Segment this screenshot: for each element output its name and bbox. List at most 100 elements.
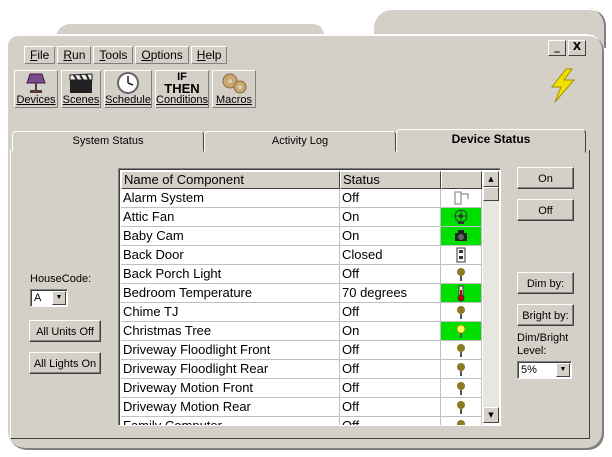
component-status-cell[interactable]: Off xyxy=(340,341,441,360)
clapperboard-icon xyxy=(69,73,93,93)
menu-options-mnemonic: O xyxy=(141,48,151,62)
menu-options[interactable]: Options xyxy=(135,46,189,64)
component-status-cell[interactable]: On xyxy=(340,322,441,341)
bulb-icon xyxy=(457,363,465,376)
component-icon-cell[interactable] xyxy=(441,246,482,265)
conditions-button[interactable]: IF THEN Conditions xyxy=(155,70,209,108)
component-icon-cell[interactable] xyxy=(441,398,482,417)
component-status-cell[interactable]: Off xyxy=(340,379,441,398)
table-row[interactable]: Attic Fan On xyxy=(121,208,482,227)
all-lights-on-button[interactable]: All Lights On xyxy=(29,352,101,374)
tab-strip: System Status Activity Log Device Status xyxy=(12,129,586,153)
component-icon-cell[interactable] xyxy=(441,341,482,360)
component-icon-cell[interactable] xyxy=(441,284,482,303)
component-name-cell[interactable]: Christmas Tree xyxy=(121,322,340,341)
component-icon-cell[interactable] xyxy=(441,379,482,398)
component-name-cell[interactable]: Chime TJ xyxy=(121,303,340,322)
minimize-button[interactable]: _ xyxy=(548,40,566,56)
component-status-cell[interactable]: Off xyxy=(340,265,441,284)
menu-tools-label: ools xyxy=(105,48,128,62)
scroll-up-arrow-icon[interactable]: ▲ xyxy=(483,171,499,187)
housecode-select[interactable]: A ▼ xyxy=(30,289,68,307)
table-row[interactable]: Driveway Motion Rear Off xyxy=(121,398,482,417)
component-status-cell[interactable]: Off xyxy=(340,360,441,379)
component-name-cell[interactable]: Back Porch Light xyxy=(121,265,340,284)
bulb-icon xyxy=(457,268,465,281)
table-row[interactable]: Baby Cam On xyxy=(121,227,482,246)
level-select[interactable]: 5% ▼ xyxy=(517,361,572,379)
grid-rows: Alarm System Off Attic Fan On Baby Cam On Back… xyxy=(121,189,482,425)
component-icon-cell[interactable] xyxy=(441,360,482,379)
component-name-cell[interactable]: Driveway Floodlight Rear xyxy=(121,360,340,379)
component-status-cell[interactable]: Off xyxy=(340,189,441,208)
component-name-cell[interactable]: Baby Cam xyxy=(121,227,340,246)
component-status-cell[interactable]: On xyxy=(340,227,441,246)
table-row[interactable]: Family Computer Off xyxy=(121,417,482,425)
off-button[interactable]: Off xyxy=(517,199,574,221)
camera-icon xyxy=(455,230,467,241)
macros-button[interactable]: Macros xyxy=(212,70,256,108)
table-row[interactable]: Bedroom Temperature 70 degrees xyxy=(121,284,482,303)
menu-help[interactable]: Help xyxy=(190,46,228,64)
table-row[interactable]: Driveway Floodlight Front Off xyxy=(121,341,482,360)
component-status-cell[interactable]: Off xyxy=(340,417,441,425)
tab-activity-log[interactable]: Activity Log xyxy=(204,131,396,152)
component-icon-cell[interactable] xyxy=(441,227,482,246)
component-icon-cell[interactable] xyxy=(441,189,482,208)
component-name-cell[interactable]: Alarm System xyxy=(121,189,340,208)
housecode-dropdown-arrow-icon[interactable]: ▼ xyxy=(52,291,66,305)
scenes-button[interactable]: Scenes xyxy=(61,70,101,108)
column-header-status[interactable]: Status xyxy=(340,171,441,189)
scroll-down-arrow-icon[interactable]: ▼ xyxy=(483,407,499,423)
component-status-cell[interactable]: Off xyxy=(340,398,441,417)
devices-button[interactable]: Devices xyxy=(14,70,58,108)
table-row[interactable]: Christmas Tree On xyxy=(121,322,482,341)
door-sensor-icon xyxy=(456,247,466,263)
table-row[interactable]: Alarm System Off xyxy=(121,189,482,208)
menu-run[interactable]: Run xyxy=(57,46,92,64)
component-name-cell[interactable]: Driveway Motion Front xyxy=(121,379,340,398)
bulb-icon xyxy=(457,401,465,414)
table-row[interactable]: Back Door Closed xyxy=(121,246,482,265)
component-status-cell[interactable]: Off xyxy=(340,303,441,322)
close-button[interactable]: X xyxy=(568,40,586,56)
component-name-cell[interactable]: Driveway Motion Rear xyxy=(121,398,340,417)
component-status-cell[interactable]: On xyxy=(340,208,441,227)
table-row[interactable]: Back Porch Light Off xyxy=(121,265,482,284)
component-icon-cell[interactable] xyxy=(441,303,482,322)
component-name-cell[interactable]: Driveway Floodlight Front xyxy=(121,341,340,360)
component-name-cell[interactable]: Family Computer xyxy=(121,417,340,425)
column-header-icon[interactable] xyxy=(441,171,482,189)
on-button[interactable]: On xyxy=(517,167,574,189)
component-status-cell[interactable]: Closed xyxy=(340,246,441,265)
column-header-name[interactable]: Name of Component xyxy=(121,171,340,189)
component-icon-cell[interactable] xyxy=(441,208,482,227)
component-icon-cell[interactable] xyxy=(441,322,482,341)
component-icon-cell[interactable] xyxy=(441,265,482,284)
menu-run-label: un xyxy=(72,48,86,62)
menu-file[interactable]: File xyxy=(24,46,56,64)
table-row[interactable]: Driveway Motion Front Off xyxy=(121,379,482,398)
schedule-button[interactable]: Schedule xyxy=(104,70,152,108)
level-label: Level: xyxy=(517,345,547,357)
grid-vertical-scrollbar[interactable]: ▲ ▼ xyxy=(483,171,499,423)
bright-by-button[interactable]: Bright by: xyxy=(517,304,574,326)
tab-device-status[interactable]: Device Status xyxy=(396,129,586,153)
menu-tools[interactable]: Tools xyxy=(93,46,134,64)
bulb-icon xyxy=(457,306,465,319)
table-row[interactable]: Chime TJ Off xyxy=(121,303,482,322)
component-name-cell[interactable]: Bedroom Temperature xyxy=(121,284,340,303)
component-status-cell[interactable]: 70 degrees xyxy=(340,284,441,303)
level-dropdown-arrow-icon[interactable]: ▼ xyxy=(556,363,570,377)
all-units-off-button[interactable]: All Units Off xyxy=(29,320,101,342)
fan-icon xyxy=(454,209,468,224)
tab-system-status[interactable]: System Status xyxy=(12,131,204,152)
lightning-bolt-icon xyxy=(550,68,576,103)
scroll-thumb[interactable] xyxy=(483,187,499,201)
housecode-value: A xyxy=(34,292,42,304)
dim-by-button[interactable]: Dim by: xyxy=(517,272,574,294)
component-icon-cell[interactable] xyxy=(441,417,482,425)
table-row[interactable]: Driveway Floodlight Rear Off xyxy=(121,360,482,379)
component-name-cell[interactable]: Attic Fan xyxy=(121,208,340,227)
component-name-cell[interactable]: Back Door xyxy=(121,246,340,265)
